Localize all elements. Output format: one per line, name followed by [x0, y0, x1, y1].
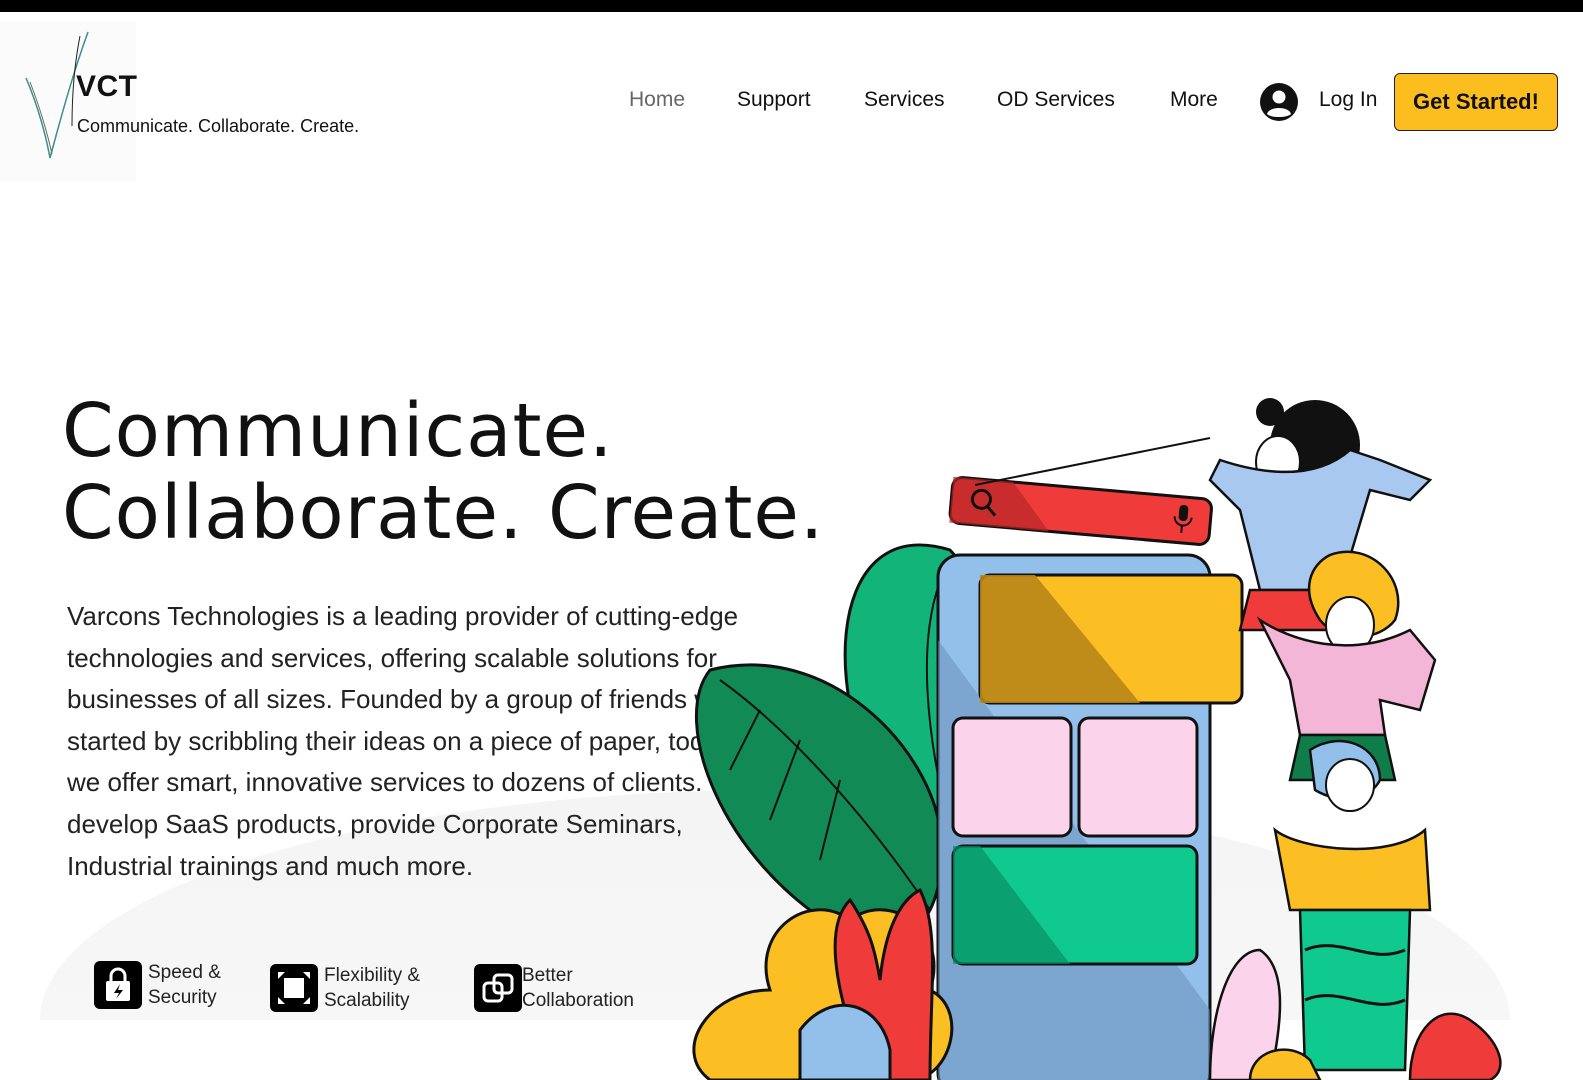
nav-services[interactable]: Services: [864, 88, 945, 112]
feature-speed-security: Speed & Security: [94, 960, 278, 1010]
feature-better-collaboration: Better Collaboration: [474, 963, 652, 1013]
person-bottom-shirt: [1273, 826, 1432, 912]
feature-label-line2: Security: [148, 987, 217, 1008]
get-started-button[interactable]: Get Started!: [1394, 73, 1558, 131]
feature-label-line1: Better: [522, 965, 573, 986]
nav-home[interactable]: Home: [629, 88, 685, 112]
card-pink-1: [951, 716, 1073, 838]
lock-bolt-icon: [94, 961, 142, 1009]
linked-squares-icon: [474, 964, 522, 1012]
feature-flexibility-scalability: Flexibility & Scalability: [270, 963, 454, 1013]
brand-name[interactable]: VCT: [76, 70, 138, 104]
feature-label-line1: Flexibility &: [324, 965, 421, 986]
expand-square-icon: [270, 964, 318, 1012]
hero-illustration: [692, 398, 1502, 1080]
user-avatar-icon[interactable]: [1259, 82, 1299, 122]
person-bottom-pants: [1298, 908, 1412, 1072]
feature-label-line1: Speed &: [148, 962, 221, 983]
card-pink-2: [1077, 716, 1199, 838]
feature-label-line2: Collaboration: [522, 990, 634, 1011]
feature-label-line2: Scalability: [324, 990, 410, 1011]
nav-support[interactable]: Support: [737, 88, 811, 112]
login-link[interactable]: Log In: [1319, 88, 1377, 112]
top-black-bar: [0, 0, 1583, 12]
plant-red-right: [1408, 1012, 1502, 1080]
nav-od-services[interactable]: OD Services: [997, 88, 1115, 112]
nav-more[interactable]: More: [1170, 88, 1218, 112]
brand-tagline: Communicate. Collaborate. Create.: [77, 116, 360, 136]
